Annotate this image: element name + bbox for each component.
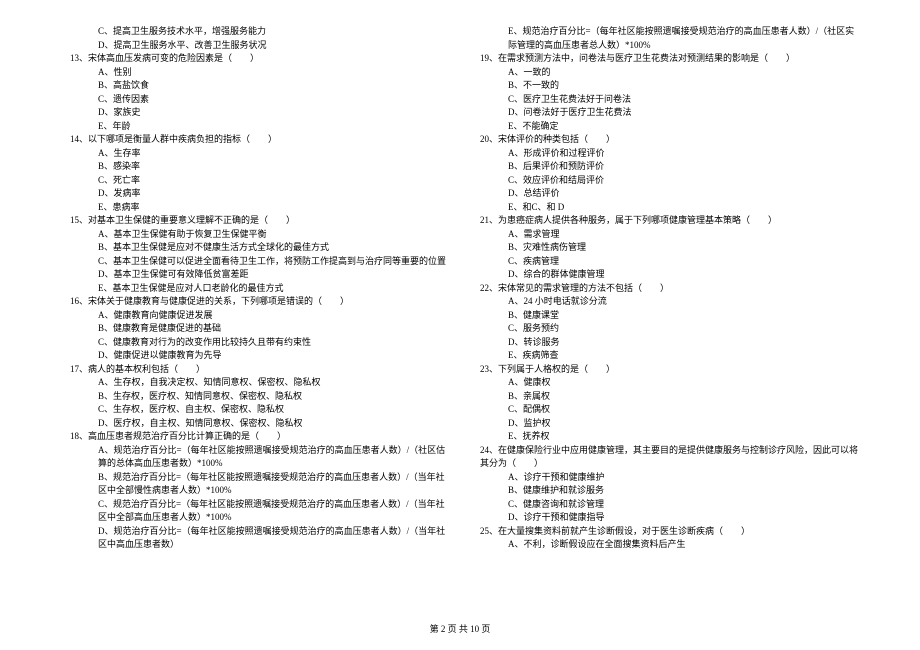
option-text: C、健康咨询和就诊管理 [470, 498, 860, 512]
option-text: B、健康课堂 [470, 309, 860, 323]
option-text: A、生存权，自我决定权、知情同意权、保密权、隐私权 [60, 376, 450, 390]
question-text: 20、宋体评价的种类包括（ ） [470, 133, 860, 147]
right-column: E、规范治疗百分比=（每年社区能按照遗嘱接受规范治疗的高血压患者人数）/（社区实… [462, 25, 860, 552]
question-text: 25、在大量搜集资料前就产生诊断假设，对于医生诊断疾病（ ） [470, 525, 860, 539]
option-text: C、效应评价和结局评价 [470, 174, 860, 188]
option-text: C、规范治疗百分比=（每年社区能按照遗嘱接受规范治疗的高血压患者人数）/（当年社… [60, 498, 450, 525]
option-text: A、健康教育向健康促进发展 [60, 309, 450, 323]
question-text: 14、以下哪项是衡量人群中疾病负担的指标（ ） [60, 133, 450, 147]
page-footer: 第 2 页 共 10 页 [0, 623, 920, 637]
option-text: E、规范治疗百分比=（每年社区能按照遗嘱接受规范治疗的高血压患者人数）/（社区实… [470, 25, 860, 52]
option-text: A、性别 [60, 66, 450, 80]
question-text: 19、在需求预测方法中，问卷法与医疗卫生花费法对预测结果的影响是（ ） [470, 52, 860, 66]
option-text: A、形成评价和过程评价 [470, 147, 860, 161]
option-text: D、提高卫生服务水平、改善卫生服务状况 [60, 39, 450, 53]
option-text: D、家族史 [60, 106, 450, 120]
option-text: E、疾病筛查 [470, 349, 860, 363]
document-page: C、提高卫生服务技术水平，增强服务能力 D、提高卫生服务水平、改善卫生服务状况 … [0, 0, 920, 582]
option-text: D、问卷法好于医疗卫生花费法 [470, 106, 860, 120]
option-text: D、诊疗干预和健康指导 [470, 511, 860, 525]
option-text: B、感染率 [60, 160, 450, 174]
option-text: C、死亡率 [60, 174, 450, 188]
option-text: D、基本卫生保健可有效降低贫富差距 [60, 268, 450, 282]
option-text: D、总结评价 [470, 187, 860, 201]
option-text: A、生存率 [60, 147, 450, 161]
option-text: C、生存权，医疗权、自主权、保密权、隐私权 [60, 403, 450, 417]
option-text: C、提高卫生服务技术水平，增强服务能力 [60, 25, 450, 39]
question-text: 23、下列属于人格权的是（ ） [470, 363, 860, 377]
option-text: B、灾难性病伤管理 [470, 241, 860, 255]
question-text: 21、为患癌症病人提供各种服务，属于下列哪项健康管理基本策略（ ） [470, 214, 860, 228]
option-text: D、监护权 [470, 417, 860, 431]
option-text: E、抚养权 [470, 430, 860, 444]
option-text: D、规范治疗百分比=（每年社区能按照遗嘱接受规范治疗的高血压患者人数）/（当年社… [60, 525, 450, 552]
option-text: A、一致的 [470, 66, 860, 80]
option-text: D、综合的群体健康管理 [470, 268, 860, 282]
option-text: C、疾病管理 [470, 255, 860, 269]
option-text: C、基本卫生保健可以促进全面看待卫生工作，将预防工作提高到与治疗同等重要的位置 [60, 255, 450, 269]
option-text: B、健康教育是健康促进的基础 [60, 322, 450, 336]
option-text: E、基本卫生保健是应对人口老龄化的最佳方式 [60, 282, 450, 296]
option-text: B、规范治疗百分比=（每年社区能按照遗嘱接受规范治疗的高血压患者人数）/（当年社… [60, 471, 450, 498]
option-text: A、诊疗干预和健康维护 [470, 471, 860, 485]
option-text: C、服务预约 [470, 322, 860, 336]
option-text: D、转诊服务 [470, 336, 860, 350]
option-text: B、高盐饮食 [60, 79, 450, 93]
option-text: E、和C、和 D [470, 201, 860, 215]
option-text: B、健康维护和就诊服务 [470, 484, 860, 498]
option-text: B、亲属权 [470, 390, 860, 404]
option-text: E、患病率 [60, 201, 450, 215]
option-text: B、不一致的 [470, 79, 860, 93]
option-text: A、健康权 [470, 376, 860, 390]
option-text: A、基本卫生保健有助于恢复卫生保健平衡 [60, 228, 450, 242]
option-text: E、年龄 [60, 120, 450, 134]
option-text: A、24 小时电话就诊分流 [470, 295, 860, 309]
question-text: 24、在健康保险行业中应用健康管理，其主要目的是提供健康服务与控制诊疗风险，因此… [470, 444, 860, 471]
question-text: 15、对基本卫生保健的重要意义理解不正确的是（ ） [60, 214, 450, 228]
option-text: D、医疗权，自主权、知情同意权、保密权、隐私权 [60, 417, 450, 431]
option-text: C、遗传因素 [60, 93, 450, 107]
option-text: B、生存权，医疗权、知情同意权、保密权、隐私权 [60, 390, 450, 404]
option-text: A、不利，诊断假设应在全面搜集资料后产生 [470, 538, 860, 552]
option-text: D、健康促进以健康教育为先导 [60, 349, 450, 363]
question-text: 16、宋体关于健康教育与健康促进的关系，下列哪项是错误的（ ） [60, 295, 450, 309]
option-text: A、规范治疗百分比=（每年社区能按照遗嘱接受规范治疗的高血压患者人数）/（社区估… [60, 444, 450, 471]
question-text: 18、高血压患者规范治疗百分比计算正确的是（ ） [60, 430, 450, 444]
question-text: 17、病人的基本权利包括（ ） [60, 363, 450, 377]
question-text: 22、宋体常见的需求管理的方法不包括（ ） [470, 282, 860, 296]
left-column: C、提高卫生服务技术水平，增强服务能力 D、提高卫生服务水平、改善卫生服务状况 … [60, 25, 462, 552]
option-text: B、基本卫生保健是应对不健康生活方式全球化的最佳方式 [60, 241, 450, 255]
option-text: C、医疗卫生花费法好于问卷法 [470, 93, 860, 107]
option-text: A、需求管理 [470, 228, 860, 242]
option-text: D、发病率 [60, 187, 450, 201]
option-text: C、健康教育对行为的改变作用比较持久且带有约束性 [60, 336, 450, 350]
option-text: C、配偶权 [470, 403, 860, 417]
option-text: B、后果评价和预防评价 [470, 160, 860, 174]
question-text: 13、宋体高血压发病可变的危险因素是（ ） [60, 52, 450, 66]
option-text: E、不能确定 [470, 120, 860, 134]
